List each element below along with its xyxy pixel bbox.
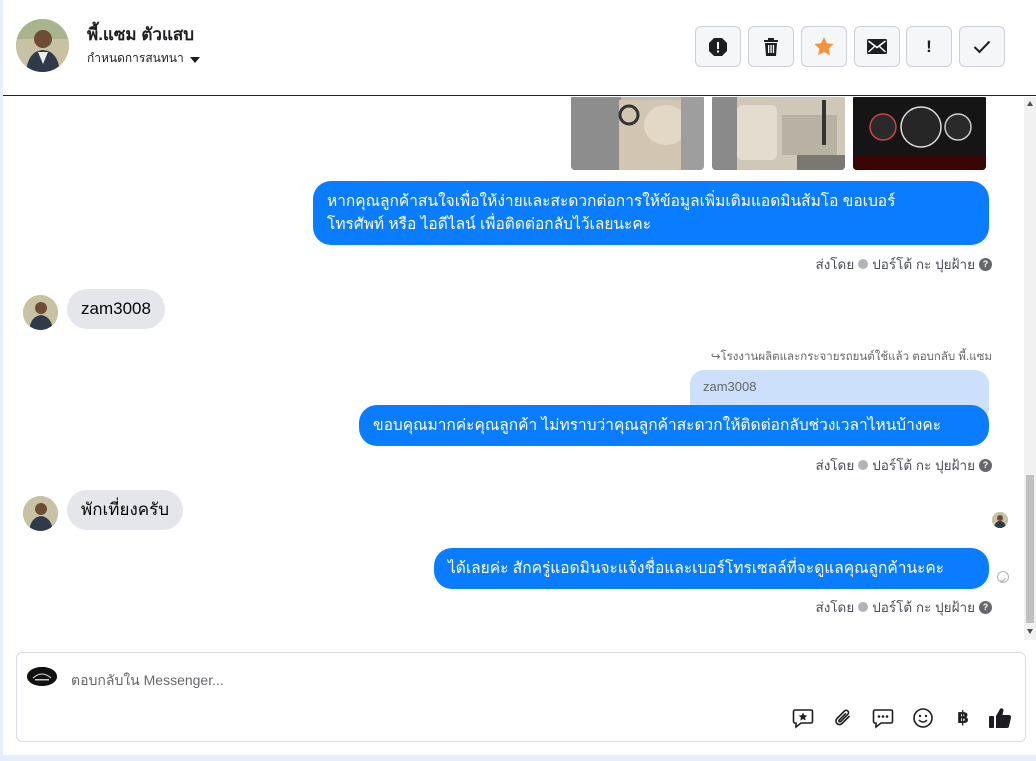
assign-label: กำหนดการสนทนา [87, 51, 184, 65]
incoming-message[interactable]: zam3008 [67, 289, 165, 329]
outgoing-message[interactable]: ขอบคุณมากค่ะคุณลูกค้า ไม่ทราบว่าคุณลูกค้… [359, 405, 989, 446]
help-icon[interactable]: ? [979, 257, 992, 271]
sender-name: ปอร์โต้ กะ ปุยฝ้าย [872, 458, 975, 473]
quick-replies-button[interactable] [871, 706, 895, 730]
contact-avatar[interactable] [16, 19, 69, 72]
incoming-message[interactable]: พักเที่ยงครับ [67, 490, 184, 530]
message-text: ขอบคุณมากค่ะคุณลูกค้า ไม่ทราบว่าคุณลูกค้… [373, 417, 942, 434]
scroll-thumb[interactable] [1026, 475, 1034, 623]
messenger-window: พี้.แซม ตัวแสบ กำหนดการสนทนา ! หากคุณลูก… [3, 0, 1036, 755]
quoted-text: zam3008 [703, 379, 757, 394]
contact-name[interactable]: พี้.แซม ตัวแสบ [87, 21, 194, 48]
assign-conversation-dropdown[interactable]: กำหนดการสนทนา [87, 49, 200, 68]
follow-up-button[interactable]: ! [906, 26, 952, 67]
check-icon [973, 40, 991, 53]
help-icon[interactable]: ? [979, 458, 992, 472]
mark-done-button[interactable] [959, 26, 1005, 67]
attachment-icon [835, 709, 850, 726]
reply-composer[interactable]: ตอบกลับใน Messenger... ฿ [16, 652, 1026, 742]
star-icon [814, 37, 834, 56]
sent-by-label: ส่งโดย [815, 458, 855, 473]
thread-scrollbar[interactable] [1024, 97, 1036, 640]
report-spam-button[interactable] [695, 26, 741, 67]
page-icon [858, 259, 869, 269]
emoji-icon [913, 708, 933, 728]
alert-octagon-icon [709, 37, 727, 56]
scroll-down-arrow-icon[interactable] [1027, 629, 1033, 634]
attach-button[interactable] [831, 706, 855, 730]
delete-button[interactable] [748, 26, 794, 67]
message-text: โทรศัพท์ หรือ ไอดีไลน์ เพื่อติดต่อกลับไว… [327, 216, 652, 233]
page-icon [858, 460, 869, 470]
scroll-up-arrow-icon[interactable] [1027, 101, 1033, 106]
shared-photo[interactable] [853, 97, 986, 170]
message-text: หากคุณลูกค้าสนใจเพื่อให้ง่ายและสะดวกต่อก… [327, 193, 896, 210]
chat-bubble-icon [872, 709, 894, 729]
exclamation-icon: ! [926, 36, 932, 56]
sent-by-label: ส่งโดย [815, 257, 855, 272]
shared-photo[interactable] [712, 97, 845, 170]
trash-icon [764, 37, 778, 56]
help-icon[interactable]: ? [979, 600, 992, 614]
outgoing-message[interactable]: ได้เลยค่ะ สักครู่แอดมินจะแจ้งชื่อและเบอร… [434, 548, 989, 589]
star-button[interactable] [801, 26, 847, 67]
mark-unread-button[interactable] [854, 26, 900, 67]
saved-reply-button[interactable] [791, 706, 815, 730]
sender-name: ปอร์โต้ กะ ปุยฝ้าย [872, 257, 975, 272]
conversation-header: พี้.แซม ตัวแสบ กำหนดการสนทนา ! [3, 0, 1036, 96]
shared-photo[interactable] [571, 97, 704, 170]
sent-by-label: ส่งโดย [815, 600, 855, 615]
message-text: zam3008 [81, 299, 151, 318]
sent-by-meta: ส่งโดย ปอร์โต้ กะ ปุยฝ้าย ? [815, 253, 992, 275]
message-text: ได้เลยค่ะ สักครู่แอดมินจะแจ้งชื่อและเบอร… [448, 560, 945, 577]
like-button[interactable] [988, 706, 1012, 730]
outgoing-message[interactable]: หากคุณลูกค้าสนใจเพื่อให้ง่ายและสะดวกต่อก… [313, 181, 989, 245]
saved-reply-icon [792, 709, 814, 729]
baht-icon: ฿ [957, 708, 969, 727]
sender-name: ปอร์โต้ กะ ปุยฝ้าย [872, 600, 975, 615]
page-icon [858, 602, 869, 612]
message-thread[interactable]: หากคุณลูกค้าสนใจเพื่อให้ง่ายและสะดวกต่อก… [3, 97, 1036, 640]
reply-note: ↪โรงงานผลิตและกระจายรถยนต์ใช้แล้ว ตอบกลั… [710, 351, 992, 363]
seen-indicator-avatar [992, 512, 1008, 528]
sent-by-meta: ส่งโดย ปอร์โต้ กะ ปุยฝ้าย ? [815, 596, 992, 618]
contact-avatar-small[interactable] [23, 295, 58, 330]
message-input[interactable]: ตอบกลับใน Messenger... [71, 670, 224, 692]
contact-avatar-small[interactable] [23, 496, 58, 531]
emoji-button[interactable] [911, 706, 935, 730]
thumbs-up-icon [989, 708, 1012, 729]
envelope-icon [867, 39, 887, 54]
sent-by-meta: ส่งโดย ปอร์โต้ กะ ปุยฝ้าย ? [815, 454, 992, 476]
reply-arrow-icon: ↪ [710, 351, 721, 363]
payment-button[interactable]: ฿ [951, 706, 975, 730]
sent-check-icon [997, 571, 1009, 583]
page-logo [27, 667, 57, 686]
caret-down-icon [189, 56, 200, 63]
message-text: พักเที่ยงครับ [81, 500, 170, 519]
